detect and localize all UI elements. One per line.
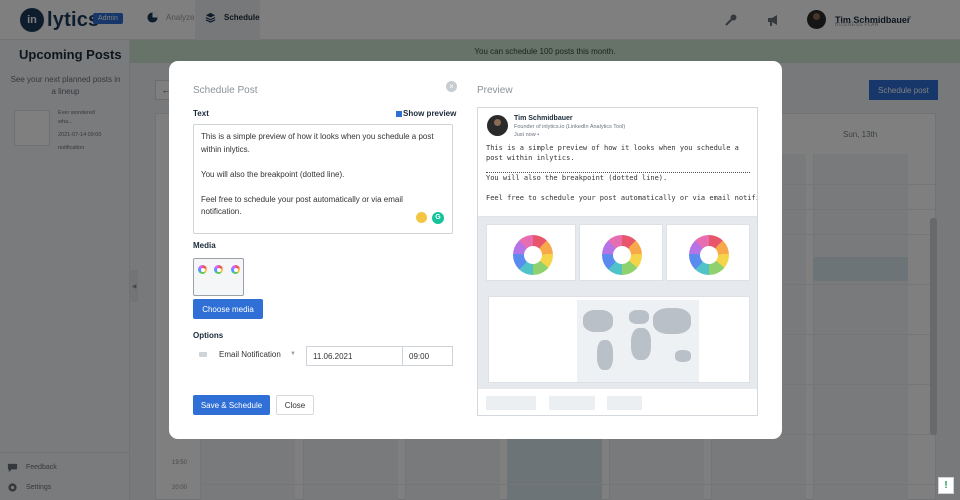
- preview-author: Tim Schmidbauer: [514, 115, 573, 122]
- close-button[interactable]: Close: [276, 395, 314, 415]
- map-land: [629, 310, 649, 324]
- help-icon[interactable]: !: [938, 477, 954, 494]
- close-icon[interactable]: ×: [446, 81, 457, 92]
- map-land: [675, 350, 691, 362]
- choose-media-button[interactable]: Choose media: [193, 299, 263, 319]
- preview-action-bar: [549, 396, 595, 410]
- media-thumb-chart: [231, 265, 240, 274]
- show-preview-label: Show preview: [403, 109, 457, 118]
- date-field[interactable]: 11.06.2021: [306, 346, 403, 366]
- emoji-icon[interactable]: [416, 212, 427, 223]
- preview-image-header: [478, 209, 757, 217]
- post-text-input[interactable]: This is a simple preview of how it looks…: [193, 124, 453, 234]
- show-preview-checkbox[interactable]: [396, 110, 402, 117]
- preview-text-line: Feel free to schedule your post automati…: [486, 194, 758, 202]
- text-label: Text: [193, 109, 209, 118]
- preview-text-line: This is a simple preview of how it looks…: [486, 144, 739, 162]
- media-thumb-chart: [214, 265, 223, 274]
- modal-title: Schedule Post: [193, 85, 258, 96]
- preview-text-line: You will also the breakpoint (dotted lin…: [486, 174, 668, 182]
- map-land: [597, 340, 613, 370]
- preview-chart-panel: [666, 224, 750, 281]
- preview-role: Founder of inlytics.io (LinkedIn Analyti…: [514, 124, 626, 130]
- save-schedule-button[interactable]: Save & Schedule: [193, 395, 270, 415]
- preview-action-bar: [486, 396, 536, 410]
- schedule-post-modal: Schedule Post × Text Show preview This i…: [169, 61, 782, 439]
- notification-type-select[interactable]: Email Notification: [199, 350, 281, 359]
- preview-breakpoint-line: [486, 172, 750, 173]
- chevron-down-icon[interactable]: ▼: [290, 351, 296, 357]
- notification-type-value: Email Notification: [219, 350, 281, 359]
- preview-time: Just now •: [514, 132, 540, 138]
- preview-donut: [689, 235, 729, 275]
- show-preview-toggle[interactable]: Show preview: [396, 109, 456, 118]
- media-thumb-chart: [198, 265, 207, 274]
- preview-map: [577, 300, 699, 382]
- post-text-content: This is a simple preview of how it looks…: [201, 132, 434, 216]
- preview-donut: [513, 235, 553, 275]
- preview-image: [478, 209, 757, 389]
- time-field[interactable]: 09:00: [402, 346, 453, 366]
- media-thumbnail[interactable]: [193, 258, 244, 296]
- preview-chart-panel: [579, 224, 663, 281]
- grammarly-icon[interactable]: G: [432, 212, 444, 224]
- preview-chart-panel: [486, 224, 576, 281]
- preview-action-bar: [607, 396, 642, 410]
- options-label: Options: [193, 331, 224, 340]
- preview-donut: [602, 235, 642, 275]
- email-icon: [199, 352, 207, 357]
- media-label: Media: [193, 241, 216, 250]
- preview-map-panel: [488, 296, 750, 383]
- preview-card: Tim Schmidbauer Founder of inlytics.io (…: [477, 107, 758, 416]
- map-land: [631, 328, 651, 360]
- map-land: [653, 308, 691, 334]
- preview-title: Preview: [477, 85, 513, 96]
- preview-avatar: [487, 115, 508, 136]
- map-land: [583, 310, 613, 332]
